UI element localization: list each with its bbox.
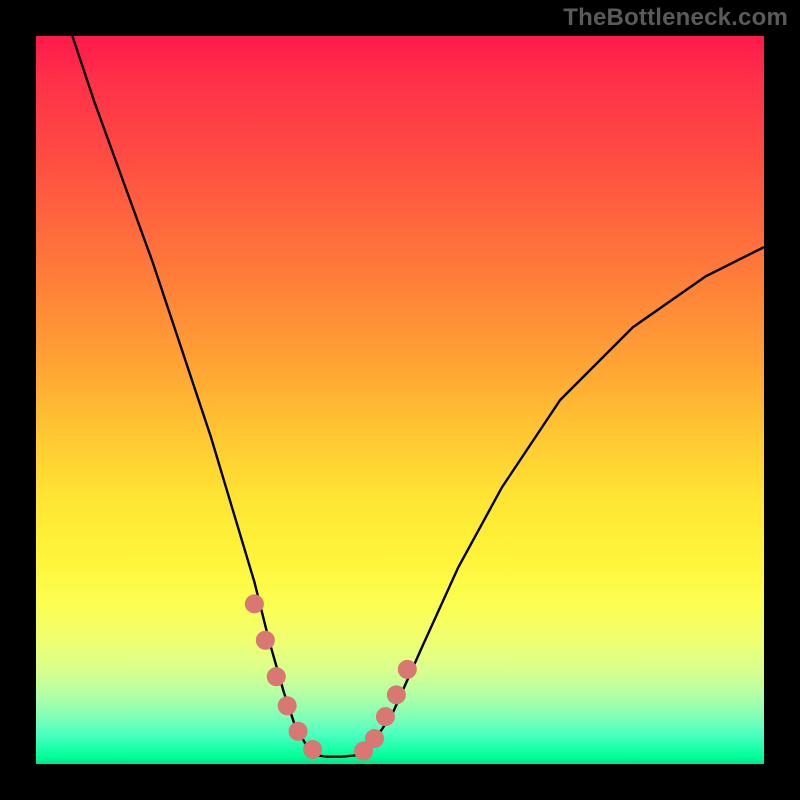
bottleneck-curve	[72, 36, 764, 757]
marker-dot	[366, 730, 384, 748]
marker-dot	[398, 660, 416, 678]
marker-dot	[245, 595, 263, 613]
marker-dot	[376, 708, 394, 726]
marker-dot	[387, 686, 405, 704]
marker-dot	[289, 722, 307, 740]
plot-area	[36, 36, 764, 764]
marker-dot	[256, 631, 274, 649]
chart-container: TheBottleneck.com	[0, 0, 800, 800]
watermark-text: TheBottleneck.com	[563, 4, 788, 32]
marker-dot	[267, 668, 285, 686]
marker-group	[245, 595, 416, 760]
marker-dot	[304, 740, 322, 758]
curve-layer	[36, 36, 764, 764]
marker-dot	[278, 697, 296, 715]
